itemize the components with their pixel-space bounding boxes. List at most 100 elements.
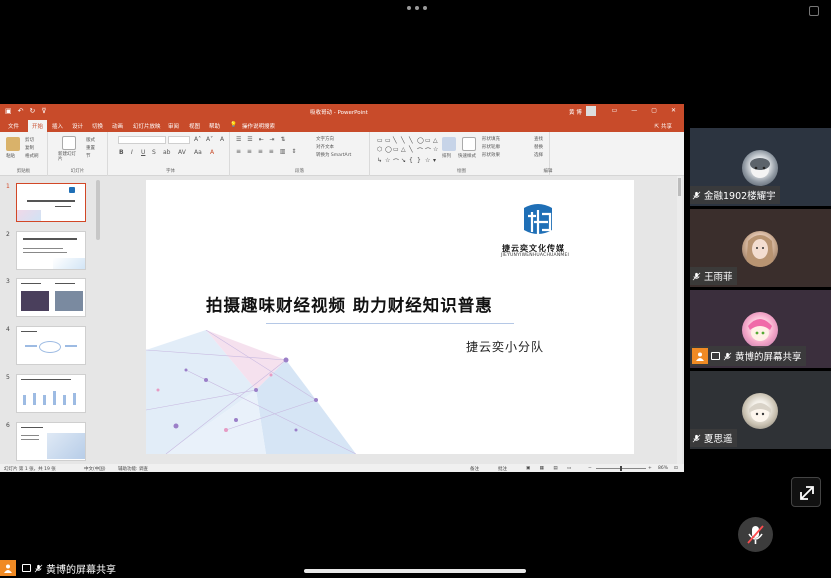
font-grow-icon[interactable]: A˄	[194, 136, 201, 143]
layout-button[interactable]: 版式	[86, 137, 95, 143]
user-avatar[interactable]	[586, 106, 596, 116]
ribbon-display-icon[interactable]: ▭	[612, 107, 618, 114]
format-painter-button[interactable]: 格式刷	[25, 153, 39, 159]
zoom-in-icon[interactable]: +	[648, 466, 652, 471]
save-icon[interactable]: ▣	[5, 107, 12, 115]
close-icon[interactable]: ✕	[671, 107, 676, 114]
slide-thumbnail-2[interactable]	[16, 231, 86, 270]
section-button[interactable]: 节	[86, 153, 91, 159]
smartart-button[interactable]: 转换为 SmartArt	[316, 152, 351, 158]
minimize-icon[interactable]: —	[631, 107, 637, 114]
participant-card-3[interactable]: 黄博的屏幕共享	[690, 290, 831, 368]
participant-card-4[interactable]: 夏思遥	[690, 371, 831, 449]
slide-number: 3	[6, 278, 10, 285]
slide-scrollbar[interactable]	[677, 176, 682, 464]
change-case-icon[interactable]: Aa	[194, 149, 202, 156]
tab-slideshow[interactable]: 幻灯片放映	[133, 122, 161, 130]
tab-view[interactable]: 视图	[189, 122, 200, 130]
font-size-select[interactable]	[168, 136, 190, 144]
shapes-gallery[interactable]: ▭ ▭ ╲ ╲ ╲ ◯ ▭ △ ⬡ ◯ ▭ △ ╲ ⌒ ⌒ ☆ ↳ ☆ ⌒ ↘{} ☆ ▾	[377, 137, 440, 166]
clear-format-icon[interactable]: A	[220, 136, 224, 143]
char-spacing-icon[interactable]: AV	[178, 149, 186, 156]
shape-outline-button[interactable]: 形状轮廓	[482, 144, 500, 150]
new-slide-button[interactable]: 新建幻灯片	[58, 152, 80, 162]
slide-thumbnail-6[interactable]	[16, 422, 86, 461]
more-dots-icon[interactable]	[407, 6, 427, 10]
paste-label[interactable]: 粘贴	[6, 153, 15, 159]
align-text-button[interactable]: 对齐文本	[316, 144, 334, 150]
slide-number: 2	[6, 231, 10, 238]
slide-thumbnail-1[interactable]	[16, 183, 86, 222]
text-direction-button[interactable]: 文字方向	[316, 136, 334, 142]
share-button[interactable]: ⇱ 共享	[655, 122, 672, 130]
customize-qat-icon[interactable]: ⊽	[41, 107, 46, 115]
tab-file[interactable]: 文件	[8, 122, 19, 130]
align-icons[interactable]: ≡ ≡ ≡ ≡ ▥ ⇕	[236, 148, 298, 155]
slide-thumbnail-3[interactable]	[16, 278, 86, 317]
bottom-share-indicator[interactable]: 黄博的屏幕共享	[0, 559, 116, 577]
strikethrough-icon[interactable]: ab	[163, 149, 171, 156]
comments-button[interactable]: 批注	[498, 466, 507, 472]
shadow-icon[interactable]: S	[152, 149, 156, 156]
tab-animations[interactable]: 动画	[112, 122, 123, 130]
mute-toggle-button[interactable]	[738, 517, 773, 552]
participant-card-2[interactable]: 王雨菲	[690, 209, 831, 287]
thumbnails-scrollbar[interactable]	[96, 180, 100, 240]
tab-review[interactable]: 审阅	[168, 122, 179, 130]
language-indicator[interactable]: 中文(中国)	[84, 466, 106, 472]
select-button[interactable]: 选择	[534, 152, 543, 158]
arrange-button[interactable]: 排列	[442, 153, 451, 159]
exit-fullscreen-button[interactable]	[791, 477, 821, 507]
quick-styles-icon[interactable]	[462, 137, 476, 151]
participant-card-1[interactable]: 金融1902楼耀宇	[690, 128, 831, 206]
mic-muted-icon	[692, 272, 701, 280]
notes-button[interactable]: 备注	[470, 466, 479, 472]
view-buttons[interactable]: ▣ ▦ ▤ ▭	[526, 466, 575, 471]
tab-help[interactable]: 帮助	[209, 122, 220, 130]
underline-icon[interactable]: U	[141, 149, 145, 156]
redo-icon[interactable]: ↻	[30, 107, 36, 115]
cut-button[interactable]: 剪切	[25, 137, 34, 143]
bold-icon[interactable]: B	[119, 149, 124, 156]
zoom-out-icon[interactable]: −	[588, 466, 592, 471]
window-title: 吸收哥动 - PowerPoint	[310, 110, 368, 116]
tab-design[interactable]: 设计	[72, 122, 83, 130]
participant-nameplate: 黄博的屏幕共享	[690, 346, 806, 366]
window-toggle-icon[interactable]	[809, 6, 819, 16]
group-drawing: ▭ ▭ ╲ ╲ ╲ ◯ ▭ △ ⬡ ◯ ▭ △ ╲ ⌒ ⌒ ☆ ↳ ☆ ⌒ ↘{} ☆ ▾ 排列 快速样式 形状填充 …	[374, 132, 550, 176]
accessibility-status[interactable]: 辅助功能: 调查	[118, 466, 148, 472]
font-name-select[interactable]	[118, 136, 166, 144]
slide-title[interactable]: 拍摄趣味财经视频 助力财经知识普惠	[206, 292, 493, 316]
shape-fill-button[interactable]: 形状填充	[482, 136, 500, 142]
mic-muted-icon	[692, 434, 701, 442]
undo-icon[interactable]: ↶	[18, 107, 24, 115]
tab-home[interactable]: 开始	[28, 120, 48, 132]
list-icons[interactable]: ☰ ☰ ⇤ ⇥ ⇅	[236, 136, 287, 143]
shape-effects-button[interactable]: 形状效果	[482, 152, 500, 158]
tab-transitions[interactable]: 切换	[92, 122, 103, 130]
current-slide[interactable]: 捷云奕文化传媒 JIEYUNYIWENHUACHUANMEI 拍摄趣味财经视频 …	[146, 180, 634, 454]
zoom-slider[interactable]	[596, 465, 646, 471]
slide-thumbnail-4[interactable]	[16, 326, 86, 365]
tab-insert[interactable]: 插入	[52, 122, 63, 130]
maximize-icon[interactable]: ▢	[651, 107, 657, 114]
slide-subtitle[interactable]: 捷云奕小分队	[466, 338, 544, 355]
zoom-level[interactable]: 86%	[658, 466, 668, 471]
reset-button[interactable]: 重置	[86, 145, 95, 151]
italic-icon[interactable]: I	[131, 149, 133, 156]
find-button[interactable]: 查找	[534, 136, 543, 142]
copy-button[interactable]: 复制	[25, 145, 34, 151]
new-slide-icon[interactable]	[62, 136, 76, 150]
font-shrink-icon[interactable]: A˅	[206, 136, 213, 143]
arrange-icon[interactable]	[442, 137, 456, 151]
font-color-icon[interactable]: A	[210, 149, 214, 156]
paste-icon[interactable]	[6, 137, 20, 151]
slide-thumbnail-5[interactable]	[16, 374, 86, 413]
fit-slide-icon[interactable]: ⊡	[674, 466, 678, 471]
home-indicator[interactable]	[304, 569, 526, 573]
tell-me-search[interactable]: 操作说明搜索	[242, 122, 275, 130]
participant-name: 夏思遥	[704, 434, 733, 445]
replace-button[interactable]: 替换	[534, 144, 543, 150]
quick-styles-button[interactable]: 快速样式	[458, 153, 476, 159]
share-owner-label: 黄博的屏幕共享	[46, 564, 116, 576]
